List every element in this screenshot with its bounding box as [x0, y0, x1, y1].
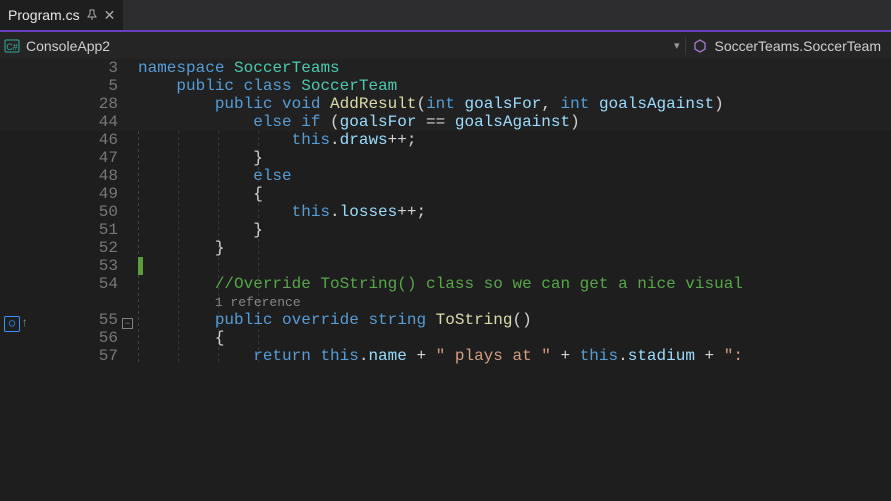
code-editor[interactable]: 3namespace SoccerTeams5 public class Soc…: [0, 59, 891, 501]
line-number: 50: [32, 203, 138, 221]
code-text: this.draws++;: [138, 131, 891, 149]
margin-glyph-cell: [0, 239, 32, 257]
code-line[interactable]: 54 //Override ToString() class so we can…: [0, 275, 891, 293]
tab-filename: Program.cs: [8, 7, 80, 23]
line-number: 52: [32, 239, 138, 257]
code-text: public class SoccerTeam: [138, 77, 891, 95]
margin-glyph-cell: [0, 203, 32, 221]
code-line[interactable]: 51 }: [0, 221, 891, 239]
line-number: 47: [32, 149, 138, 167]
line-number: 51: [32, 221, 138, 239]
code-text: namespace SoccerTeams: [138, 59, 891, 77]
line-number: 44: [32, 113, 138, 131]
code-line[interactable]: 46 this.draws++;: [0, 131, 891, 149]
breadcrumb-bar: C# ConsoleApp2 ▾ SoccerTeams.SoccerTeam: [0, 32, 891, 59]
code-text: {: [138, 329, 891, 347]
chevron-down-icon[interactable]: ▾: [674, 39, 680, 52]
margin-glyph-cell: [0, 275, 32, 293]
code-text: }: [138, 221, 891, 239]
code-text: return this.name + " plays at " + this.s…: [138, 347, 891, 365]
code-text: {: [138, 185, 891, 203]
code-line[interactable]: 49 {: [0, 185, 891, 203]
code-text: else: [138, 167, 891, 185]
fold-toggle-icon[interactable]: −: [122, 318, 133, 329]
margin-glyph-cell: [0, 293, 32, 311]
margin-glyph-cell: [0, 95, 32, 113]
code-line[interactable]: 47 }: [0, 149, 891, 167]
margin-glyph-cell: [0, 131, 32, 149]
csharp-project-icon: C#: [4, 38, 20, 54]
code-line[interactable]: 50 this.losses++;: [0, 203, 891, 221]
code-line[interactable]: 56 {: [0, 329, 891, 347]
codelens-text[interactable]: 1 reference: [138, 293, 891, 311]
line-number: 54: [32, 275, 138, 293]
line-number: 49: [32, 185, 138, 203]
code-text: }: [138, 149, 891, 167]
margin-glyph-cell: [0, 347, 32, 365]
close-icon[interactable]: ✕: [104, 7, 116, 24]
breadcrumb-symbol[interactable]: SoccerTeams.SoccerTeam: [714, 38, 881, 54]
margin-glyph-cell: [0, 329, 32, 347]
tab-bar: Program.cs ✕: [0, 0, 891, 30]
code-text: [138, 257, 891, 275]
change-bar: [138, 257, 143, 275]
margin-glyph-cell: [0, 185, 32, 203]
code-text: //Override ToString() class so we can ge…: [138, 275, 891, 293]
file-tab[interactable]: Program.cs ✕: [0, 0, 123, 30]
line-number: 56: [32, 329, 138, 347]
line-number: 46: [32, 131, 138, 149]
margin-glyph-cell: ◯↑: [0, 311, 32, 329]
margin-glyph-cell: [0, 149, 32, 167]
code-text: public override string ToString(): [138, 311, 891, 329]
line-number: 48: [32, 167, 138, 185]
code-text: this.losses++;: [138, 203, 891, 221]
codelens-row[interactable]: 1 reference: [0, 293, 891, 311]
line-number: 55−: [32, 311, 138, 329]
line-number: 57: [32, 347, 138, 365]
pin-icon[interactable]: [86, 9, 98, 21]
line-number: 5: [32, 77, 138, 95]
line-number: 28: [32, 95, 138, 113]
code-line[interactable]: 3namespace SoccerTeams: [0, 59, 891, 77]
code-line[interactable]: 53: [0, 257, 891, 275]
code-body[interactable]: 46 this.draws++;47 }48 else49 {50 this.l…: [0, 131, 891, 365]
margin-glyph-cell: [0, 59, 32, 77]
code-line[interactable]: 48 else: [0, 167, 891, 185]
svg-text:C#: C#: [6, 42, 18, 52]
code-text: else if (goalsFor == goalsAgainst): [138, 113, 891, 131]
margin-glyph-cell: [0, 221, 32, 239]
code-text: }: [138, 239, 891, 257]
code-line[interactable]: ◯↑55− public override string ToString(): [0, 311, 891, 329]
code-line[interactable]: 52 }: [0, 239, 891, 257]
line-number: 53: [32, 257, 138, 275]
code-line[interactable]: 57 return this.name + " plays at " + thi…: [0, 347, 891, 365]
method-icon: [692, 38, 708, 54]
margin-glyph-cell: [0, 113, 32, 131]
code-line[interactable]: 5 public class SoccerTeam: [0, 77, 891, 95]
line-number: 3: [32, 59, 138, 77]
margin-glyph-cell: [0, 77, 32, 95]
sticky-scroll[interactable]: 3namespace SoccerTeams5 public class Soc…: [0, 59, 891, 131]
up-arrow-icon: ↑: [21, 316, 28, 330]
code-line[interactable]: 44 else if (goalsFor == goalsAgainst): [0, 113, 891, 131]
margin-glyph-cell: [0, 167, 32, 185]
code-text: public void AddResult(int goalsFor, int …: [138, 95, 891, 113]
line-number: [32, 293, 138, 311]
code-line[interactable]: 28 public void AddResult(int goalsFor, i…: [0, 95, 891, 113]
margin-glyph-cell: [0, 257, 32, 275]
breadcrumb-project[interactable]: ConsoleApp2: [26, 38, 110, 54]
